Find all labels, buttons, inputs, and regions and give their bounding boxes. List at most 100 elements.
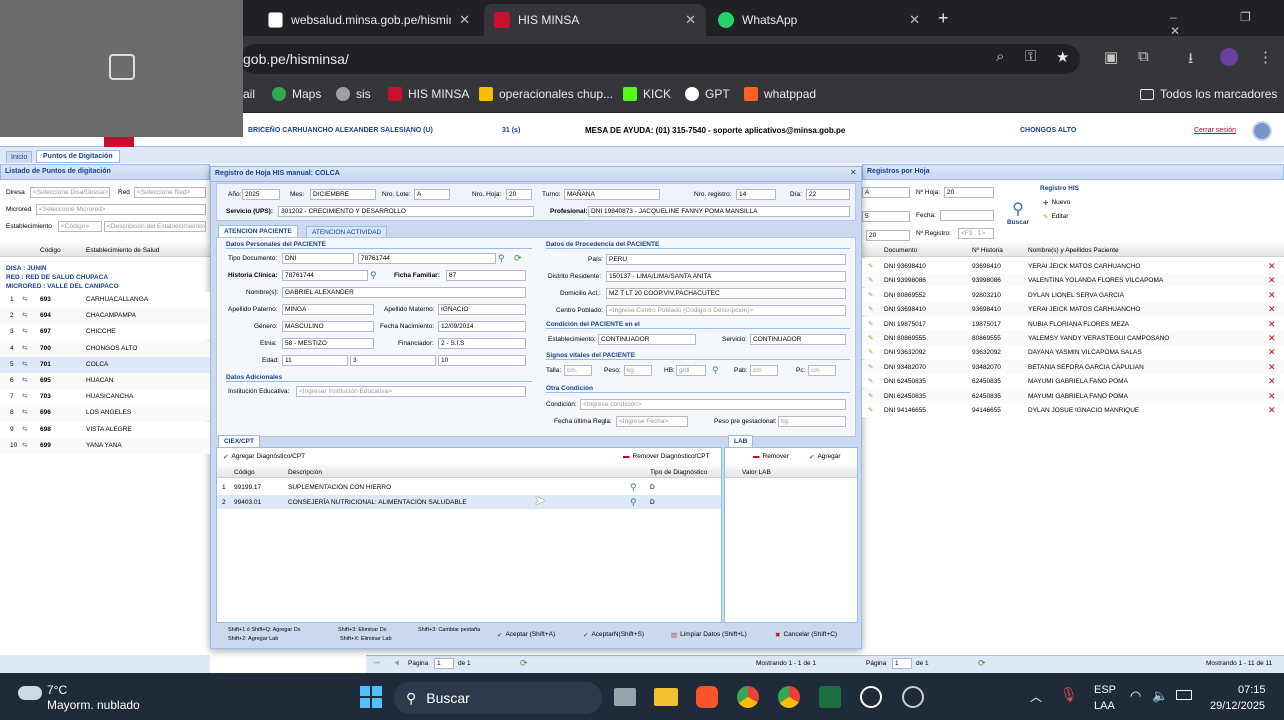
ap-materno-input[interactable]: IGNACIO — [438, 304, 526, 315]
taskview-icon[interactable] — [614, 688, 636, 706]
close-icon[interactable]: ✕ — [685, 12, 696, 28]
talla-input[interactable]: cm. — [564, 365, 592, 376]
pager-input[interactable]: 1 — [434, 658, 454, 669]
file-explorer-icon[interactable] — [654, 688, 678, 706]
pager-input[interactable]: 1 — [892, 658, 912, 669]
registro-modal-input[interactable]: 14 — [736, 189, 776, 200]
etnia-select[interactable]: 58 - MESTIZO — [282, 338, 374, 349]
add-dx-button[interactable]: ✔ Agregar Diagnóstico/CPT — [220, 450, 308, 463]
servicio-select[interactable]: CONTINUADOR — [750, 334, 846, 345]
buscar-button[interactable]: ⚲ Buscar — [1004, 199, 1032, 233]
start-button[interactable] — [360, 686, 382, 708]
lang-1[interactable]: ESP — [1094, 684, 1116, 696]
delete-icon[interactable]: ✕ — [1268, 391, 1276, 402]
brave-icon[interactable] — [696, 686, 718, 708]
registro-input[interactable]: <F3 : 1> — [958, 228, 994, 239]
distrito-input[interactable]: 150137 - LIMA/LIMA/SANTA ANITA — [606, 271, 846, 282]
tipo-doc-select[interactable]: DNI — [282, 253, 354, 264]
dia-input[interactable]: 22 — [806, 189, 850, 200]
fur-input[interactable]: <Ingrese Fecha> — [616, 416, 688, 427]
tab-whatsapp[interactable]: WhatsApp ✕ — [708, 6, 930, 34]
cp-input[interactable]: <Ingrese Centro Poblado (Código o Descri… — [606, 305, 846, 316]
delete-icon[interactable]: ✕ — [1268, 405, 1276, 416]
password-key-icon[interactable]: ⚿ — [1025, 48, 1036, 65]
bookmark-his[interactable]: HIS MINSA — [388, 84, 469, 104]
diresa-select[interactable]: <Seleccione Disa/Diresa> — [30, 187, 110, 198]
volume-icon[interactable]: 🔈 — [1152, 688, 1168, 704]
lab-add-button[interactable]: ✔ Agregar — [806, 450, 844, 463]
peso-pg-input[interactable]: kg. — [778, 416, 846, 427]
logout-link[interactable]: Cerrar sesión — [1194, 127, 1236, 134]
refresh-icon[interactable]: ⟳ — [520, 658, 528, 669]
zoom-icon[interactable]: ⌕ — [996, 48, 1004, 65]
lang-2[interactable]: LAA — [1094, 700, 1115, 712]
all-bookmarks[interactable]: Todos los marcadores — [1140, 84, 1277, 104]
remove-dx-button[interactable]: ▬ Remover Diagnóstico/CPT — [620, 450, 712, 463]
fn-input[interactable]: 12/09/2014 — [438, 321, 526, 332]
modal-close-icon[interactable]: ✕ — [850, 168, 857, 177]
hoja-modal-input[interactable]: 20 — [506, 189, 532, 200]
ups-input[interactable]: 301202 - CRECIMIENTO Y DESARROLLO — [278, 206, 534, 217]
refresh-icon[interactable]: ⟳ — [978, 658, 986, 669]
desc-input[interactable]: <Descripción del Establecimiento> — [104, 221, 206, 232]
domicilio-input[interactable]: MZ T LT 20 COOP.VIV.PACHACUTEC — [606, 288, 846, 299]
ficha-input[interactable]: 87 — [446, 270, 526, 281]
bookmark-drive[interactable]: operacionales chup... — [479, 84, 613, 104]
ie-input[interactable]: <Ingresar Institución Educativa> — [296, 386, 526, 397]
refresh-icon[interactable]: ⟳ — [514, 253, 522, 264]
tab-puntos[interactable]: Puntos de Digitación — [36, 150, 120, 163]
turno-select[interactable]: MAÑANA — [564, 189, 660, 200]
delete-icon[interactable]: ✕ — [1268, 319, 1276, 330]
profesional-input[interactable]: DNI 19840873 - JACQUELINE FANNY POMA MAN… — [588, 206, 850, 217]
peso-input[interactable]: kg. — [624, 365, 652, 376]
hc-input[interactable]: 78761744 — [282, 270, 368, 281]
chrome-icon[interactable] — [778, 686, 800, 708]
aceptar-button[interactable]: ✔ Aceptar (Shift+A) — [494, 628, 558, 641]
tab-his-minsa[interactable]: HIS MINSA ✕ — [484, 4, 706, 36]
delete-icon[interactable]: ✕ — [1268, 347, 1276, 358]
cancelar-button[interactable]: ✖ Cancelar (Shift+C) — [772, 628, 840, 641]
search-icon[interactable]: ⚲ — [630, 482, 637, 493]
financiador-select[interactable]: 2 - S.I.S — [438, 338, 526, 349]
bookmark-gmail[interactable]: ail — [243, 84, 255, 104]
search-icon[interactable]: ⚲ — [630, 497, 637, 508]
editar-button[interactable]: ✎ Editar — [1040, 210, 1071, 223]
delete-icon[interactable]: ✕ — [1268, 362, 1276, 373]
tray-arrow-icon[interactable]: ︿ — [1030, 688, 1042, 705]
right-field-c[interactable]: 20 — [866, 230, 910, 241]
search-icon[interactable]: ⚲ — [712, 365, 719, 376]
download-icon[interactable]: ⭳ — [1188, 48, 1193, 73]
bookmark-sis[interactable]: sis — [336, 84, 371, 104]
aceptarn-button[interactable]: ✔ AceptarN(Shift+S) — [580, 628, 647, 641]
clock-time[interactable]: 07:15 — [1238, 684, 1266, 696]
delete-icon[interactable]: ✕ — [1268, 290, 1276, 301]
extensions-icon[interactable]: ⧉ — [1138, 48, 1149, 65]
microphone-icon[interactable]: 🎙 — [1060, 686, 1078, 703]
delete-icon[interactable]: ✕ — [1268, 333, 1276, 344]
new-tab-button[interactable]: + — [938, 8, 949, 29]
taskbar-search[interactable]: ⚲ Buscar — [394, 682, 602, 714]
delete-icon[interactable]: ✕ — [1268, 304, 1276, 315]
bookmark-kick[interactable]: KICK — [623, 84, 671, 104]
search-icon[interactable]: ⚲ — [370, 270, 377, 281]
lote-input[interactable]: A — [414, 189, 450, 200]
establecimiento-select[interactable]: CONTINUADOR — [598, 334, 696, 345]
media-player-icon[interactable] — [860, 686, 882, 708]
nuevo-button[interactable]: ✚ Nuevo — [1040, 196, 1073, 209]
delete-icon[interactable]: ✕ — [1268, 275, 1276, 286]
bookmark-wattpad[interactable]: whatppad — [744, 84, 816, 104]
pager-nav-icon[interactable]: ⏮ ◀ — [374, 660, 405, 668]
battery-icon[interactable] — [1176, 690, 1192, 700]
app-icon[interactable] — [902, 686, 924, 708]
red-select[interactable]: <Seleccione Red> — [134, 187, 206, 198]
lab-remove-button[interactable]: ▬ Remover — [750, 450, 792, 463]
cast-icon[interactable]: ▣ — [1104, 48, 1118, 66]
microred-select[interactable]: <Seleccione Microred> — [36, 204, 206, 215]
tab-websalud[interactable]: websalud.minsa.gob.pe/hisminsa ✕ — [258, 6, 480, 34]
star-icon[interactable]: ★ — [1056, 48, 1069, 66]
delete-icon[interactable]: ✕ — [1268, 376, 1276, 387]
chrome-icon[interactable] — [737, 686, 759, 708]
avatar[interactable] — [1220, 48, 1238, 66]
search-icon[interactable]: ⚲ — [498, 253, 505, 264]
doc-input[interactable]: 78761744 — [358, 253, 496, 264]
